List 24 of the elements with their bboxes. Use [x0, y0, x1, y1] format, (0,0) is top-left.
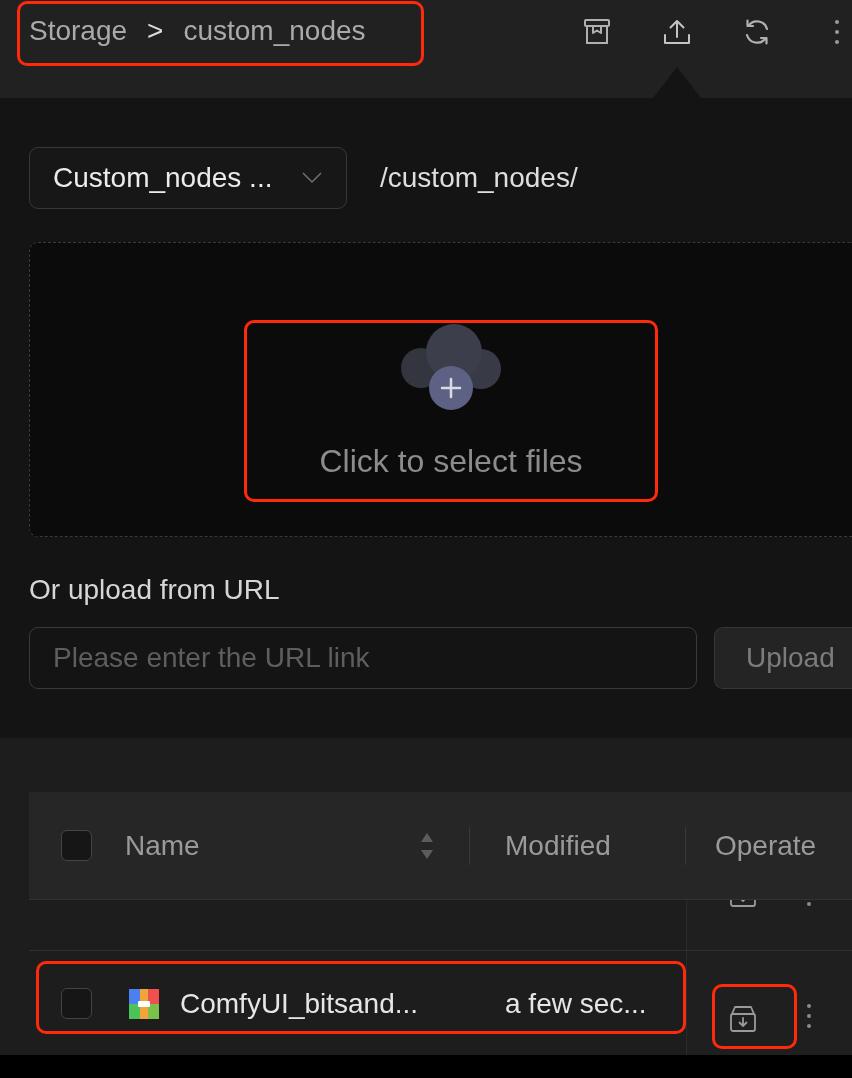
archive-file-icon	[128, 987, 160, 1020]
file-name[interactable]: ComfyUI_bitsand...	[180, 986, 470, 1021]
column-header: Operate	[715, 828, 818, 863]
breadcrumb-item[interactable]: Storage	[29, 14, 128, 48]
archive-download-icon[interactable]	[728, 900, 758, 908]
file-dropzone[interactable]: Click to select files	[29, 242, 852, 537]
more-icon[interactable]	[806, 901, 812, 907]
url-label: Or upload from URL	[29, 573, 280, 607]
modified-time: a few sec...	[505, 986, 647, 1021]
breadcrumb-item[interactable]: custom_nodes	[183, 14, 366, 48]
more-icon[interactable]	[806, 1003, 812, 1029]
archive-download-icon[interactable]	[728, 1004, 758, 1033]
column-header: Name	[125, 828, 201, 863]
cloud-upload-icon	[401, 324, 501, 410]
folder-select[interactable]: Custom_nodes ...	[29, 147, 347, 209]
upload-prompt: Click to select files	[319, 442, 583, 480]
row-checkbox[interactable]	[61, 988, 92, 1019]
breadcrumb-separator: >	[147, 14, 164, 48]
folder-path: /custom_nodes/	[380, 161, 578, 195]
select-all-checkbox[interactable]	[61, 830, 92, 861]
chevron-down-icon	[302, 172, 322, 184]
url-input-field[interactable]: Please enter the URL link	[29, 627, 697, 689]
more-icon[interactable]	[833, 18, 841, 46]
column-header: Modified	[505, 828, 612, 863]
